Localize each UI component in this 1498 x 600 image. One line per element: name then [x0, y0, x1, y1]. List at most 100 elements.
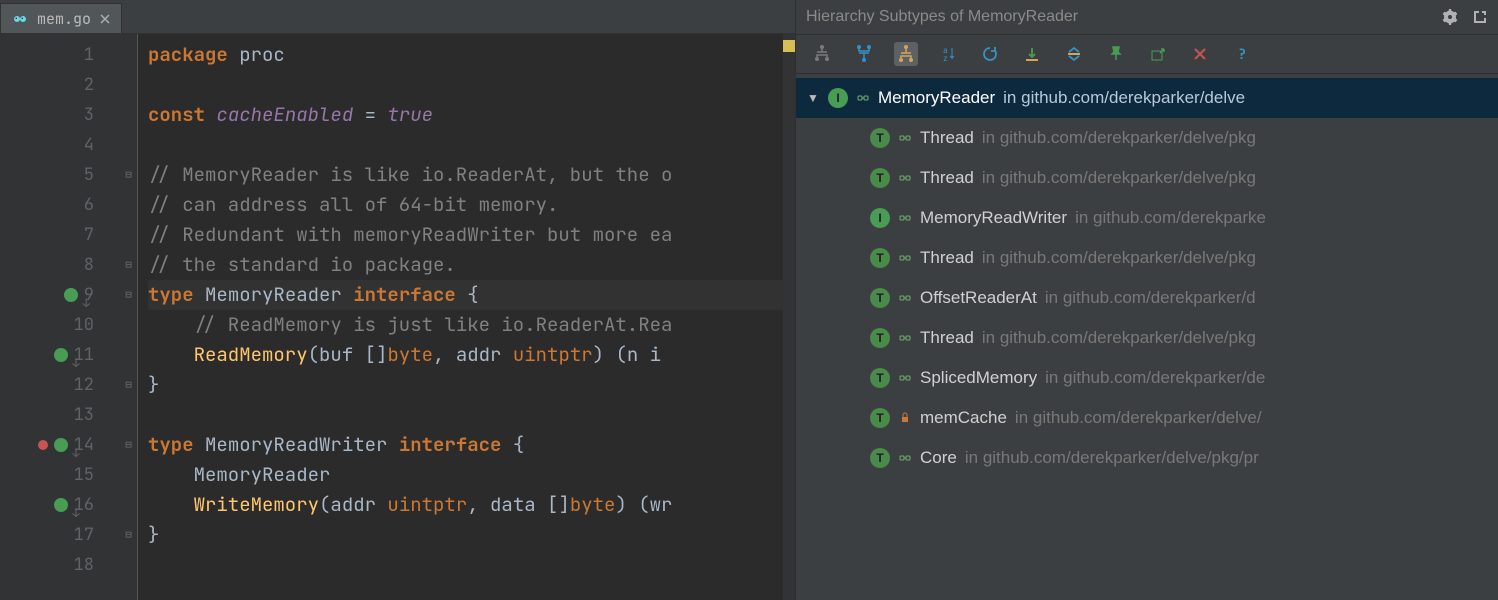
- link-icon: [856, 91, 870, 105]
- fold-toggle[interactable]: ⊟: [120, 250, 137, 280]
- impl-marker-icon[interactable]: [54, 348, 68, 362]
- impl-marker-icon[interactable]: [54, 438, 68, 452]
- type-badge-icon: T: [870, 448, 890, 468]
- line-number: 3: [0, 100, 114, 130]
- editor-tab-memgo[interactable]: mem.go: [0, 3, 122, 33]
- type-badge-icon: T: [870, 408, 890, 428]
- autoscroll-button[interactable]: [1020, 42, 1044, 66]
- impl-marker-icon[interactable]: [64, 288, 78, 302]
- tree-item-name: Thread: [920, 168, 974, 188]
- fold-toggle[interactable]: ⊟: [120, 160, 137, 190]
- tree-item[interactable]: TOffsetReaderAt in github.com/derekparke…: [796, 278, 1498, 318]
- code-area[interactable]: package proc const cacheEnabled = true /…: [138, 34, 783, 600]
- class-hierarchy-button[interactable]: [810, 42, 834, 66]
- svg-text:?: ?: [1238, 46, 1246, 62]
- tree-root[interactable]: ▼ I MemoryReader in github.com/derekpark…: [796, 78, 1498, 118]
- type-badge-icon: T: [870, 168, 890, 188]
- tree-item-location: in github.com/derekparker/delve/pkg/pr: [965, 448, 1259, 468]
- tree-item-location: in github.com/derekparker/delve/pkg: [982, 328, 1256, 348]
- tree-item-name: MemoryReader: [878, 88, 995, 108]
- warning-marker-icon[interactable]: [783, 40, 795, 52]
- link-icon: [898, 331, 912, 345]
- close-button[interactable]: [1188, 42, 1212, 66]
- line-number: 7: [0, 220, 114, 250]
- tree-item-location: in github.com/derekparker/delve/pkg: [982, 248, 1256, 268]
- override-marker-icon[interactable]: [38, 440, 48, 450]
- hide-icon[interactable]: [1472, 9, 1488, 25]
- gear-icon[interactable]: [1442, 9, 1458, 25]
- editor-tabbar: mem.go: [0, 0, 795, 34]
- tree-item-location: in github.com/derekparker/delve/: [1015, 408, 1262, 428]
- type-badge-icon: T: [870, 368, 890, 388]
- sort-alpha-button[interactable]: az: [936, 42, 960, 66]
- subtypes-button[interactable]: [894, 42, 918, 66]
- tree-item[interactable]: T SplicedMemory in github.com/derekparker…: [796, 358, 1498, 398]
- tree-item-name: Thread: [920, 248, 974, 268]
- close-icon[interactable]: [99, 13, 111, 25]
- tab-filename: mem.go: [37, 9, 91, 29]
- gutter: 1 2 3 4 5 6 7 8 9 10 11 12 13 14 15 16 1…: [0, 34, 120, 600]
- lock-icon: [898, 411, 912, 425]
- fold-toggle[interactable]: ⊟: [120, 370, 137, 400]
- tree-item-name: MemoryReadWriter: [920, 208, 1067, 228]
- type-badge-icon: T: [870, 288, 890, 308]
- link-icon: [898, 131, 912, 145]
- fold-toggle[interactable]: ⊟: [120, 430, 137, 460]
- tree-item-location: in github.com/derekparke: [1075, 208, 1266, 228]
- tree-item-name: memCache: [920, 408, 1007, 428]
- link-icon: [898, 171, 912, 185]
- tree-item-location: in github.com/derekparker/d: [1045, 288, 1256, 308]
- hierarchy-header: Hierarchy Subtypes of MemoryReader: [796, 0, 1498, 34]
- tree-item-location: in github.com/derekparker/delve/pkg: [982, 128, 1256, 148]
- line-number: 9: [0, 280, 114, 310]
- hierarchy-tree[interactable]: ▼ I MemoryReader in github.com/derekpark…: [796, 74, 1498, 600]
- line-number: 14: [0, 430, 114, 460]
- help-button[interactable]: ?: [1230, 42, 1254, 66]
- line-number: 16: [0, 490, 114, 520]
- link-icon: [898, 371, 912, 385]
- tree-item[interactable]: T Thread in github.com/derekparker/delve/…: [796, 118, 1498, 158]
- tree-item[interactable]: T Thread in github.com/derekparker/delve/…: [796, 318, 1498, 358]
- tree-item[interactable]: TmemCache in github.com/derekparker/delv…: [796, 398, 1498, 438]
- line-number: 1: [0, 40, 114, 70]
- tree-item[interactable]: TCore in github.com/derekparker/delve/pk…: [796, 438, 1498, 478]
- tree-item-location: in github.com/derekparker/delve/pkg: [982, 168, 1256, 188]
- line-number: 17: [0, 520, 114, 550]
- pin-button[interactable]: [1104, 42, 1128, 66]
- export-button[interactable]: [1146, 42, 1170, 66]
- line-number: 6: [0, 190, 114, 220]
- tree-item-name: Thread: [920, 128, 974, 148]
- error-stripe[interactable]: [783, 34, 795, 600]
- expand-arrow-icon[interactable]: ▼: [806, 91, 820, 105]
- refresh-button[interactable]: [978, 42, 1002, 66]
- tree-item[interactable]: T Thread in github.com/derekparker/delve/…: [796, 238, 1498, 278]
- tree-item-name: Thread: [920, 328, 974, 348]
- line-number: 2: [0, 70, 114, 100]
- link-icon: [898, 451, 912, 465]
- tree-item-location: in github.com/derekparker/de: [1045, 368, 1265, 388]
- svg-text:z: z: [943, 54, 948, 63]
- go-file-icon: [11, 10, 29, 28]
- line-number: 5: [0, 160, 114, 190]
- type-badge-icon: T: [870, 328, 890, 348]
- link-icon: [898, 291, 912, 305]
- impl-marker-icon[interactable]: [54, 498, 68, 512]
- fold-toggle[interactable]: ⊟: [120, 280, 137, 310]
- interface-badge-icon: I: [828, 88, 848, 108]
- line-number: 12: [0, 370, 114, 400]
- line-number: 10: [0, 310, 114, 340]
- interface-badge-icon: I: [870, 208, 890, 228]
- link-icon: [898, 251, 912, 265]
- tree-item[interactable]: T Thread in github.com/derekparker/delve/…: [796, 158, 1498, 198]
- type-badge-icon: T: [870, 248, 890, 268]
- hierarchy-title: Hierarchy Subtypes of MemoryReader: [806, 8, 1078, 26]
- line-number: 4: [0, 130, 114, 160]
- type-badge-icon: T: [870, 128, 890, 148]
- tree-item-location: in github.com/derekparker/delve: [1003, 88, 1245, 108]
- expand-all-button[interactable]: [1062, 42, 1086, 66]
- fold-toggle[interactable]: ⊟: [120, 520, 137, 550]
- supertypes-button[interactable]: [852, 42, 876, 66]
- tree-item-name: SplicedMemory: [920, 368, 1037, 388]
- tree-item[interactable]: I MemoryReadWriter in github.com/derekpar…: [796, 198, 1498, 238]
- line-number: 11: [0, 340, 114, 370]
